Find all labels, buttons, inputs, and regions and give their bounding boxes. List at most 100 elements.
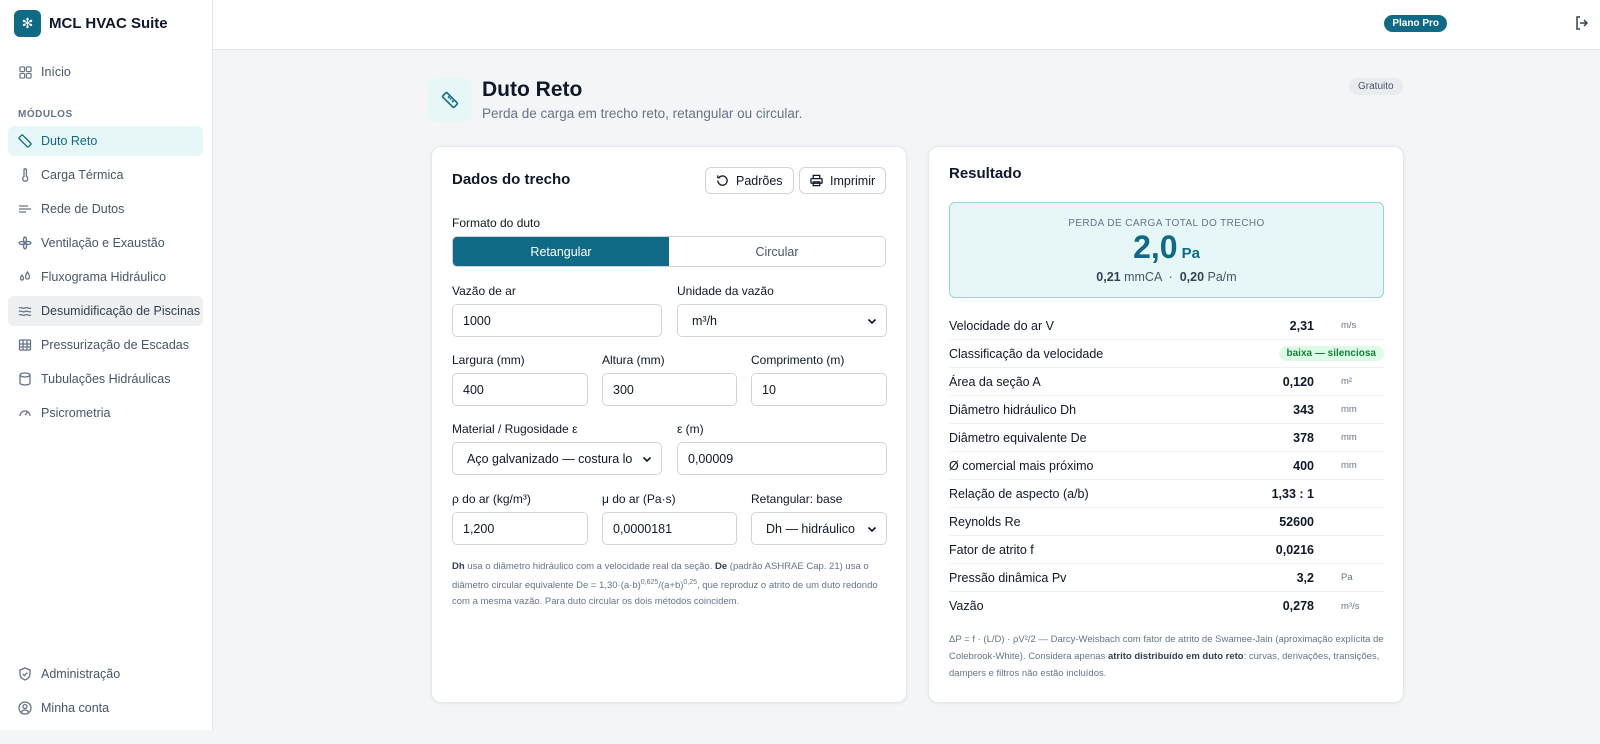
length-input[interactable]: 10	[751, 373, 887, 406]
logout-icon[interactable]	[1574, 15, 1592, 33]
flow-unit-label: Unidade da vazão	[677, 284, 774, 298]
mu-label: μ do ar (Pa·s)	[602, 492, 676, 506]
result-row-value: 2,31	[1289, 318, 1314, 333]
flow-unit-select[interactable]: m³/h	[677, 304, 887, 337]
height-input[interactable]: 300	[602, 373, 737, 406]
sidebar-item-fluxograma[interactable]: Fluxograma Hidráulico	[8, 262, 203, 292]
sidebar-item-carga-termica[interactable]: Carga Térmica	[8, 160, 203, 190]
sidebar-item-account[interactable]: Minha conta	[8, 693, 203, 723]
shape-option-circular[interactable]: Circular	[669, 237, 885, 266]
printer-icon	[810, 174, 823, 187]
sidebar-item-label: Administração	[41, 667, 121, 681]
shape-toggle: Retangular Circular	[452, 236, 886, 267]
result-row-value: 3,2	[1296, 570, 1314, 585]
result-row-unit: m³/s	[1341, 600, 1360, 612]
velocity-class-badge: baixa — silenciosa	[1278, 346, 1384, 361]
result-row: Área da seção A 0,120 m²	[949, 368, 1384, 396]
result-row-unit: mm	[1341, 404, 1357, 415]
user-circle-icon	[18, 701, 32, 715]
total-loss-value: 2,0 Pa	[1133, 229, 1200, 265]
material-select[interactable]: Aço galvanizado — costura longitudinal	[452, 442, 662, 475]
duct-network-icon	[18, 202, 32, 216]
result-row-label: Classificação da velocidade	[949, 346, 1104, 361]
sidebar-item-label: Carga Térmica	[41, 168, 124, 182]
sidebar-item-label: Início	[41, 65, 71, 79]
method-note: Dh usa o diâmetro hidráulico com a veloc…	[452, 561, 878, 608]
result-row: Classificação da velocidade baixa — silen…	[949, 340, 1384, 368]
result-row-value: 0,278	[1282, 599, 1314, 613]
grid-icon	[18, 65, 32, 79]
result-row-value: 52600	[1279, 514, 1314, 529]
thermometer-icon	[18, 168, 32, 182]
sidebar-item-label: Tubulações Hidráulicas	[41, 372, 171, 386]
flow-input[interactable]: 1000	[452, 304, 662, 337]
sidebar-item-psicrometria[interactable]: Psicrometria	[8, 398, 203, 428]
formula-note: ΔP = f · (L/D) · ρV²/2 — Darcy-Weisbach …	[949, 634, 1384, 679]
result-row-value: 1,33 : 1	[1271, 486, 1314, 501]
result-row: Fator de atrito f 0,0216	[949, 536, 1384, 564]
nav-section-title: MÓDULOS	[18, 109, 73, 120]
defaults-button[interactable]: Padrões	[705, 167, 794, 194]
sidebar-item-label: Fluxograma Hidráulico	[41, 270, 167, 284]
plan-badge: Plano Pro	[1384, 15, 1447, 32]
result-row-unit: mm	[1341, 432, 1357, 443]
cylinder-icon	[18, 372, 32, 386]
sidebar-item-rede-dutos[interactable]: Rede de Dutos	[8, 194, 203, 224]
result-row-label: Pressão dinâmica Pv	[949, 570, 1067, 585]
sidebar-item-label: Duto Reto	[41, 134, 98, 148]
sidebar-item-label: Minha conta	[41, 701, 110, 715]
result-row: Diâmetro equivalente De 378 mm	[949, 424, 1384, 452]
defaults-button-label: Padrões	[736, 173, 783, 188]
base-label: Retangular: base	[751, 492, 843, 506]
print-button[interactable]: Imprimir	[799, 167, 887, 194]
length-label: Comprimento (m)	[751, 353, 845, 367]
result-row-value: 0,120	[1282, 374, 1314, 389]
result-row-label: Ø comercial mais próximo	[949, 458, 1094, 473]
sidebar-item-label: Ventilação e Exaustão	[41, 236, 165, 250]
chevron-down-icon	[642, 456, 652, 463]
sidebar-item-home[interactable]: Início	[8, 57, 203, 87]
eps-label: ε (m)	[677, 422, 704, 436]
mu-input[interactable]: 0,0000181	[602, 512, 737, 545]
base-value: Dh — hidráulico	[766, 521, 855, 536]
topbar: Plano Pro	[213, 0, 1600, 50]
sidebar-item-tubulacoes[interactable]: Tubulações Hidráulicas	[8, 364, 203, 394]
result-row-label: Área da seção A	[949, 374, 1041, 389]
tier-badge: Gratuito	[1349, 78, 1403, 95]
result-row: Diâmetro hidráulico Dh 343 mm	[949, 396, 1384, 424]
shape-option-rectangular[interactable]: Retangular	[453, 237, 669, 266]
base-select[interactable]: Dh — hidráulico	[751, 512, 887, 545]
sidebar-item-duto-reto[interactable]: Duto Reto	[8, 126, 203, 156]
result-row-label: Diâmetro equivalente De	[949, 430, 1087, 445]
result-row: Vazão 0,278 m³/s	[949, 592, 1384, 620]
sidebar-item-admin[interactable]: Administração	[8, 659, 203, 689]
result-row: Pressão dinâmica Pv 3,2 Pa	[949, 564, 1384, 592]
ruler-icon	[18, 134, 32, 148]
result-row-value: 0,0216	[1275, 542, 1314, 557]
droplets-icon	[18, 270, 32, 284]
result-row-label: Diâmetro hidráulico Dh	[949, 402, 1077, 417]
reset-icon	[717, 175, 728, 186]
sidebar-item-desumidificacao[interactable]: Desumidificação de Piscinas	[8, 296, 203, 326]
brand[interactable]: ✻ MCL HVAC Suite	[14, 10, 168, 37]
material-label: Material / Rugosidade ε	[452, 422, 578, 436]
eps-input[interactable]: 0,00009	[677, 442, 887, 475]
sidebar-item-pressurizacao[interactable]: Pressurização de Escadas	[8, 330, 203, 360]
result-row: Reynolds Re 52600	[949, 508, 1384, 536]
rho-input[interactable]: 1,200	[452, 512, 588, 545]
width-label: Largura (mm)	[452, 353, 525, 367]
total-loss-label: PERDA DE CARGA TOTAL DO TRECHO	[1068, 218, 1265, 229]
width-input[interactable]: 400	[452, 373, 588, 406]
material-value: Aço galvanizado — costura longitudinal	[467, 451, 633, 466]
result-row-label: Relação de aspecto (a/b)	[949, 486, 1089, 501]
height-label: Altura (mm)	[602, 353, 665, 367]
total-loss-secondary: 0,21 mmCA · 0,20 Pa/m	[1096, 270, 1237, 284]
result-row-unit: m²	[1341, 376, 1353, 387]
result-row-unit: mm	[1341, 460, 1357, 471]
result-row-value: 400	[1293, 458, 1314, 473]
ruler-icon	[428, 78, 472, 122]
sidebar-item-ventilacao[interactable]: Ventilação e Exaustão	[8, 228, 203, 258]
result-card-title: Resultado	[949, 165, 1022, 182]
flow-unit-value: m³/h	[692, 313, 717, 328]
total-loss-box: PERDA DE CARGA TOTAL DO TRECHO 2,0 Pa 0,2…	[949, 202, 1384, 298]
